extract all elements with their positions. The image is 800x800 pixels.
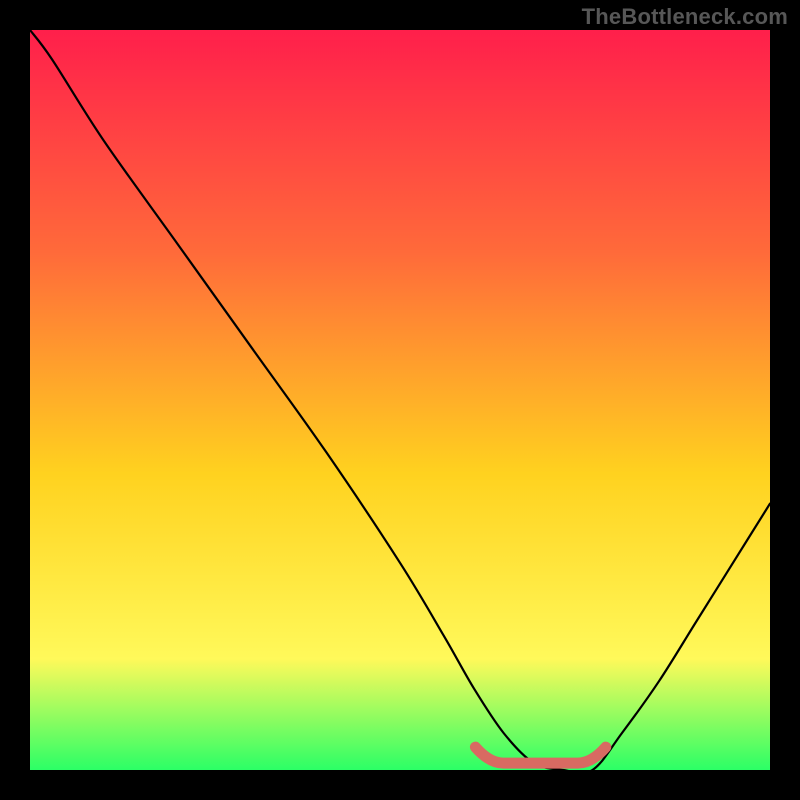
chart-frame: TheBottleneck.com	[0, 0, 800, 800]
plot-area	[30, 30, 770, 770]
chart-svg	[30, 30, 770, 770]
gradient-background	[30, 30, 770, 770]
watermark-text: TheBottleneck.com	[582, 4, 788, 30]
